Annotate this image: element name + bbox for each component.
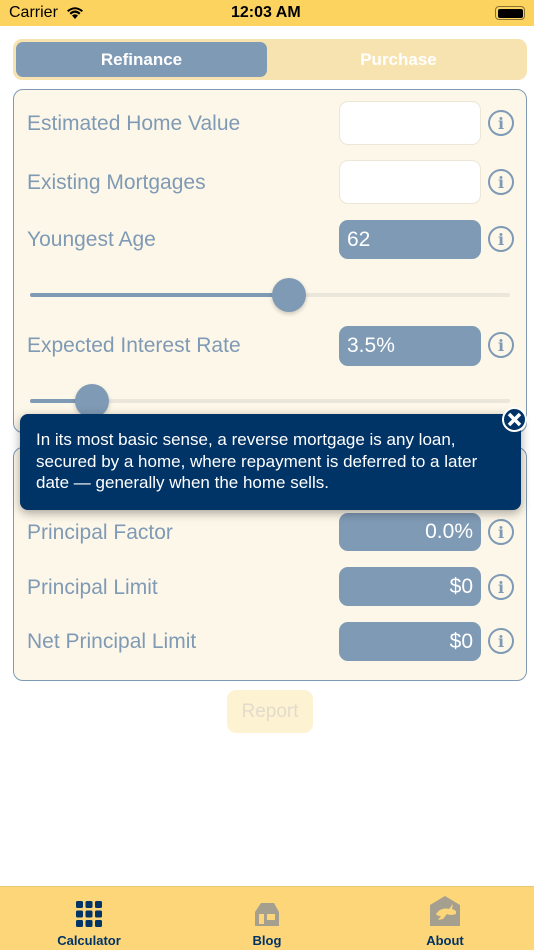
tab-bar: Calculator Blog About (0, 886, 534, 950)
tab-label: Calculator (57, 933, 121, 948)
net-principal-limit-label: Net Principal Limit (27, 630, 197, 653)
house-icon (255, 903, 279, 926)
rate-slider[interactable] (30, 384, 510, 418)
tab-label: Blog (252, 933, 282, 948)
principal-limit-value: $0 (339, 567, 481, 606)
info-icon[interactable]: i (488, 169, 514, 195)
info-icon[interactable]: i (488, 519, 514, 545)
principal-factor-value: 0.0% (339, 513, 481, 551)
battery-icon (495, 6, 525, 20)
report-button[interactable]: Report (227, 690, 313, 733)
wifi-icon (67, 7, 83, 19)
info-icon[interactable]: i (488, 628, 514, 654)
age-label: Youngest Age (27, 228, 156, 251)
mortgages-input[interactable] (339, 160, 481, 204)
rate-input[interactable]: 3.5% (339, 326, 481, 366)
mortgages-label: Existing Mortgages (27, 171, 206, 194)
age-slider-thumb[interactable] (272, 278, 307, 312)
clock: 12:03 AM (231, 4, 301, 21)
info-icon[interactable]: i (488, 574, 514, 600)
carrier: Carrier (9, 4, 58, 21)
info-icon[interactable]: i (488, 226, 514, 252)
age-slider[interactable] (30, 278, 510, 312)
close-tooltip-icon[interactable] (502, 407, 527, 432)
grid-icon (76, 901, 102, 927)
net-principal-limit-value: $0 (339, 622, 481, 661)
status-bar: Carrier 12:03 AM (0, 0, 534, 26)
tab-label: About (426, 933, 464, 948)
home-value-label: Estimated Home Value (27, 112, 241, 135)
info-icon[interactable]: i (488, 110, 514, 136)
principal-limit-label: Principal Limit (27, 576, 158, 599)
rabbit-house-icon (430, 896, 460, 926)
home-value-input[interactable] (339, 101, 481, 145)
age-input[interactable]: 62 (339, 220, 481, 259)
tab-calculator[interactable]: Calculator (0, 887, 178, 951)
segment-refinance[interactable]: Refinance (16, 42, 267, 77)
tab-blog[interactable]: Blog (178, 887, 356, 951)
rate-label: Expected Interest Rate (27, 334, 241, 357)
info-icon[interactable]: i (488, 332, 514, 358)
info-tooltip: In its most basic sense, a reverse mortg… (20, 414, 521, 510)
principal-factor-label: Principal Factor (27, 521, 173, 544)
mode-segmented-control: Refinance Purchase (13, 39, 527, 80)
segment-purchase[interactable]: Purchase (273, 42, 524, 77)
tab-about[interactable]: About (356, 887, 534, 951)
